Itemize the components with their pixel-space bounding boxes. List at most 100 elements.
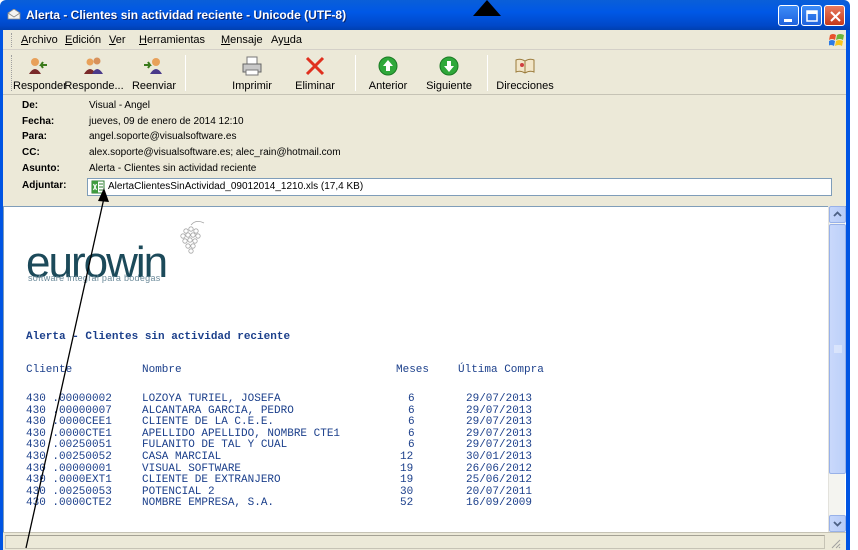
cell-meses: 6 [408, 404, 415, 417]
to-value: angel.soporte@visualsoftware.es [89, 131, 237, 142]
cell-nombre: APELLIDO APELLIDO, NOMBRE CTE1 [142, 427, 341, 440]
print-button[interactable]: Imprimir [227, 51, 277, 95]
title-bar[interactable]: Alerta - Clientes sin actividad reciente… [0, 0, 850, 30]
cell-meses: 6 [408, 427, 415, 440]
chevron-up-icon [833, 211, 842, 217]
cell-cliente: 430 .0000CEE1 [26, 416, 112, 429]
cell-ultima-compra: 29/07/2013 [466, 393, 533, 405]
next-icon [439, 56, 459, 76]
cell-meses: 30 [400, 485, 414, 498]
scroll-down-button[interactable] [829, 515, 846, 532]
cell-meses: 6 [408, 393, 415, 405]
menu-bar: Archivo Edición Ver Herramientas Mensaje… [3, 30, 846, 50]
forward-button[interactable]: Reenviar [129, 51, 179, 95]
cell-meses: 6 [408, 416, 415, 429]
cell-nombre: NOMBRE EMPRESA, S.A. [142, 497, 275, 510]
date-label: Fecha: [22, 116, 55, 127]
vertical-scrollbar[interactable] [828, 206, 846, 532]
cell-cliente: 430 .0000EXT1 [26, 474, 112, 487]
cell-cliente: 430 .00000007 [26, 404, 112, 417]
chevron-down-icon [833, 521, 842, 527]
delete-label: Eliminar [295, 80, 335, 92]
delete-icon [305, 56, 325, 76]
menu-archivo[interactable]: Archivo [21, 34, 58, 46]
envelope-icon [7, 9, 21, 20]
cell-ultima-compra: 29/07/2013 [466, 439, 533, 452]
attachment-link[interactable]: AlertaClientesSinActividad_09012014_1210… [108, 181, 363, 192]
address-book-button[interactable]: Direcciones [493, 51, 557, 95]
cell-meses: 6 [408, 439, 415, 452]
window-title: Alerta - Clientes sin actividad reciente… [26, 8, 347, 22]
status-cell [5, 535, 825, 549]
column-header-ultima-compra: Última Compra [458, 364, 544, 376]
cell-ultima-compra: 29/07/2013 [466, 416, 533, 429]
forward-label: Reenviar [131, 80, 177, 92]
subject-label: Asunto: [22, 163, 60, 174]
cell-ultima-compra: 25/06/2012 [466, 474, 533, 487]
column-header-nombre: Nombre [142, 364, 182, 376]
print-icon [242, 56, 262, 76]
date-value: jueves, 09 de enero de 2014 12:10 [89, 116, 244, 127]
cell-nombre: CASA MARCIAL [142, 451, 222, 463]
subject-value: Alerta - Clientes sin actividad reciente [89, 163, 257, 174]
reply-all-icon [84, 57, 103, 74]
attachment-field[interactable]: AlertaClientesSinActividad_09012014_1210… [87, 178, 832, 196]
status-bar [3, 532, 846, 550]
cell-meses: 19 [400, 474, 414, 487]
cell-ultima-compra: 20/07/2011 [466, 485, 533, 498]
close-button[interactable] [824, 5, 845, 26]
from-value: Visual - Angel [89, 100, 150, 111]
menu-herramientas[interactable]: Herramientas [139, 34, 205, 46]
reply-button[interactable]: Responder [13, 51, 67, 95]
windows-logo-icon [829, 34, 844, 46]
cell-meses: 52 [400, 497, 414, 510]
toolbar-separator [185, 55, 186, 91]
next-button[interactable]: Siguiente [421, 51, 477, 95]
cell-cliente: 430 .00000002 [26, 393, 112, 405]
menu-mensaje[interactable]: Mensaje [221, 34, 263, 46]
reply-icon [29, 58, 47, 74]
minimize-icon [784, 19, 792, 22]
cell-nombre: POTENCIAL 2 [142, 485, 215, 498]
cc-label: CC: [22, 147, 40, 158]
cell-meses: 12 [400, 451, 414, 463]
menu-ver[interactable]: Ver [109, 34, 126, 46]
address-book-icon [515, 58, 535, 74]
print-label: Imprimir [232, 80, 272, 92]
close-icon [830, 11, 841, 22]
menu-edicion[interactable]: Edición [65, 34, 101, 46]
scroll-thumb[interactable] [829, 224, 846, 474]
forward-icon [144, 58, 162, 74]
menu-ayuda[interactable]: Ayuda [271, 34, 302, 46]
menu-grip [11, 33, 13, 47]
cell-cliente: 430 .00250053 [26, 485, 112, 498]
minimize-button[interactable] [778, 5, 799, 26]
reply-all-label: Responde... [64, 80, 124, 92]
cell-cliente: 430 .0000CTE1 [26, 427, 112, 440]
previous-button[interactable]: Anterior [361, 51, 415, 95]
previous-icon [378, 56, 398, 76]
excel-file-icon [91, 180, 105, 194]
cell-meses: 19 [400, 462, 414, 475]
from-label: De: [22, 100, 39, 111]
cell-nombre: LOZOYA TURIEL, JOSEFA [142, 393, 281, 405]
toolbar: Responder Responde... Reenviar Imprimir … [3, 51, 846, 95]
maximize-button[interactable] [801, 5, 822, 26]
resize-grip-icon[interactable] [829, 537, 841, 549]
logo-subtitle: software integral para bodegas [28, 273, 161, 283]
cell-ultima-compra: 29/07/2013 [466, 427, 533, 440]
toolbar-separator [355, 55, 356, 91]
message-body[interactable]: eurowin software integral para bodegas A… [3, 206, 846, 532]
cell-nombre: VISUAL SOFTWARE [142, 462, 242, 475]
scroll-up-button[interactable] [829, 206, 846, 223]
alert-title: Alerta - Clientes sin actividad reciente [26, 331, 291, 343]
next-label: Siguiente [426, 80, 472, 92]
cell-nombre: FULANITO DE TAL Y CUAL [142, 439, 288, 452]
cell-nombre: ALCANTARA GARCIA, PEDRO [142, 404, 294, 417]
cell-cliente: 430 .00250051 [26, 439, 112, 452]
delete-button[interactable]: Eliminar [291, 51, 339, 95]
cell-nombre: CLIENTE DE EXTRANJERO [142, 474, 281, 487]
cell-cliente: 430 .00000001 [26, 462, 112, 475]
reply-all-button[interactable]: Responde... [63, 51, 125, 95]
cell-ultima-compra: 26/06/2012 [466, 462, 533, 475]
